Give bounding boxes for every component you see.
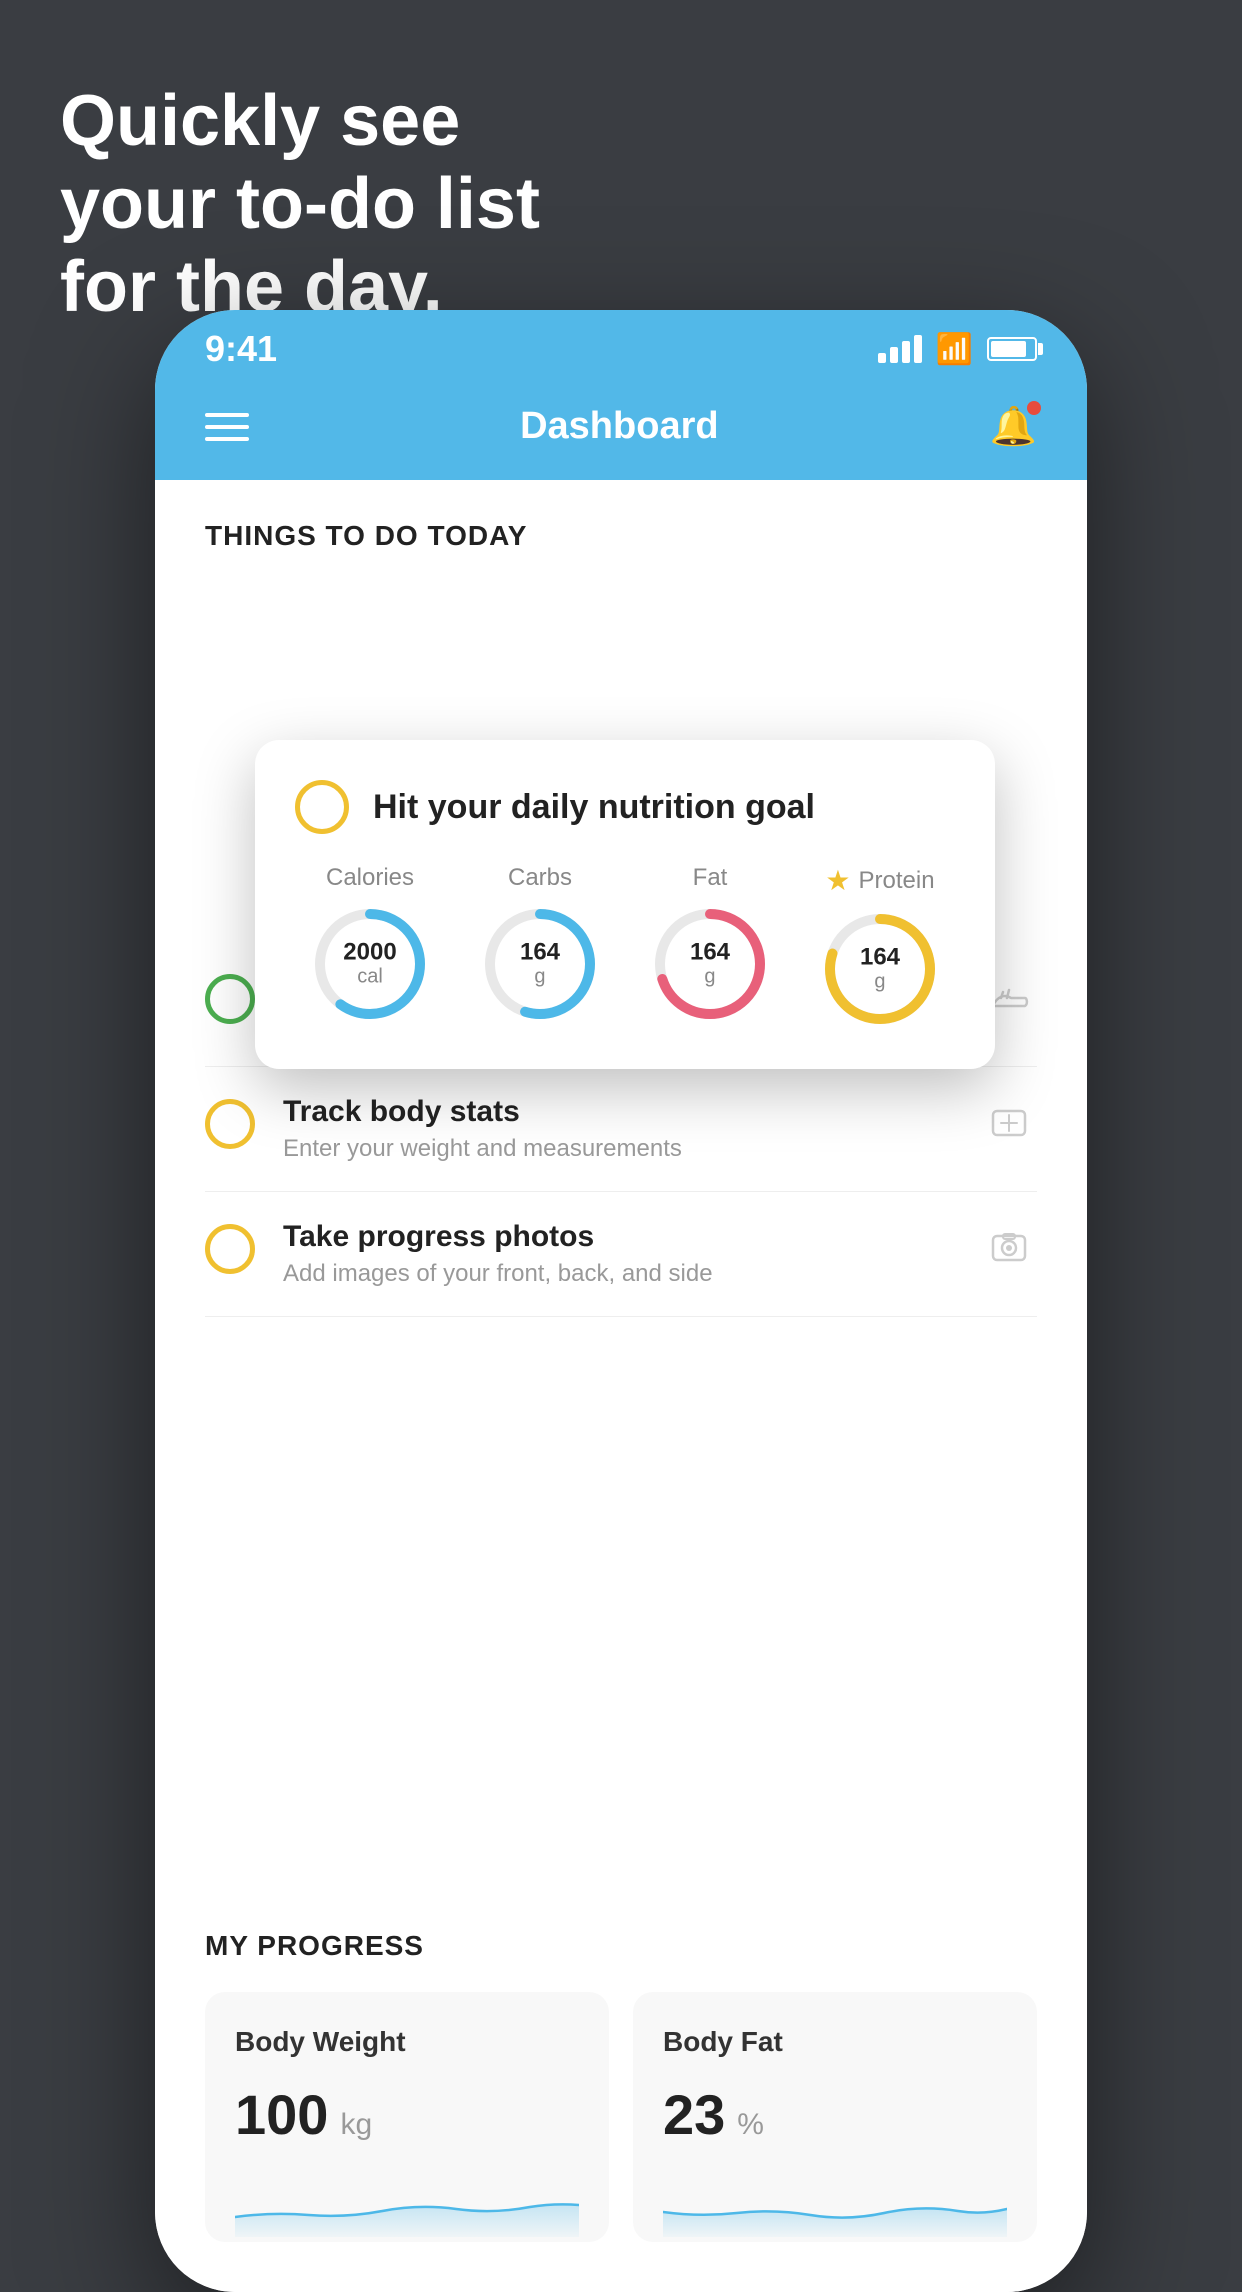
- phone-wrapper: 9:41 📶 Dashboard: [155, 310, 1087, 2180]
- todo-sub-photos: Add images of your front, back, and side: [283, 1260, 953, 1288]
- body-fat-title: Body Fat: [663, 2026, 1007, 2058]
- nutrition-item-fat: Fat 164 g: [650, 864, 770, 1029]
- notification-dot: [1027, 401, 1041, 415]
- list-item[interactable]: Take progress photos Add images of your …: [205, 1192, 1037, 1317]
- nutrition-item-calories: Calories 2000 cal: [310, 864, 430, 1029]
- body-fat-card[interactable]: Body Fat 23 %: [633, 1992, 1037, 2242]
- list-item[interactable]: Track body stats Enter your weight and m…: [205, 1067, 1037, 1192]
- body-weight-value-row: 100 kg: [235, 2082, 579, 2147]
- nutrition-grid: Calories 2000 cal Carbs: [295, 864, 955, 1029]
- fat-label: Fat: [693, 864, 728, 892]
- todo-text-bodystats: Track body stats Enter your weight and m…: [283, 1095, 953, 1163]
- nutrition-item-protein: ★ Protein 164 g: [820, 864, 940, 1029]
- protein-donut: 164 g: [820, 909, 940, 1029]
- battery-icon: [987, 337, 1037, 361]
- nutrition-card-title: Hit your daily nutrition goal: [373, 788, 815, 827]
- body-fat-chart: [663, 2167, 1007, 2237]
- todo-text-photos: Take progress photos Add images of your …: [283, 1220, 953, 1288]
- todo-sub-bodystats: Enter your weight and measurements: [283, 1135, 953, 1163]
- fat-donut: 164 g: [650, 904, 770, 1024]
- nav-bar: Dashboard 🔔: [155, 380, 1087, 480]
- todo-name-bodystats: Track body stats: [283, 1095, 953, 1129]
- hero-text: Quickly see your to-do list for the day.: [60, 80, 540, 328]
- todo-circle-running: [205, 974, 255, 1024]
- todo-circle-bodystats: [205, 1099, 255, 1149]
- body-weight-title: Body Weight: [235, 2026, 579, 2058]
- scale-icon: [981, 1095, 1037, 1151]
- progress-section: MY PROGRESS Body Weight 100 kg: [155, 1880, 1087, 2292]
- main-content: THINGS TO DO TODAY Running Track your st…: [155, 480, 1087, 1880]
- wifi-icon: 📶: [936, 332, 973, 367]
- carbs-donut: 164 g: [480, 904, 600, 1024]
- status-icons: 📶: [878, 332, 1037, 367]
- phone: 9:41 📶 Dashboard: [155, 310, 1087, 2292]
- protein-star-icon: ★: [825, 864, 850, 897]
- nav-title: Dashboard: [520, 405, 718, 448]
- nutrition-card-header: Hit your daily nutrition goal: [295, 780, 955, 834]
- calories-donut: 2000 cal: [310, 904, 430, 1024]
- body-fat-value-row: 23 %: [663, 2082, 1007, 2147]
- signal-icon: [878, 335, 922, 363]
- protein-label: Protein: [859, 867, 935, 895]
- progress-section-title: MY PROGRESS: [205, 1930, 1037, 1962]
- todo-circle-photos: [205, 1224, 255, 1274]
- body-weight-value: 100: [235, 2082, 328, 2147]
- progress-cards: Body Weight 100 kg: [205, 1992, 1037, 2242]
- notification-bell-icon[interactable]: 🔔: [990, 405, 1037, 449]
- body-fat-value: 23: [663, 2082, 725, 2147]
- status-time: 9:41: [205, 328, 277, 370]
- body-weight-unit: kg: [340, 2108, 372, 2142]
- body-weight-card[interactable]: Body Weight 100 kg: [205, 1992, 609, 2242]
- menu-icon[interactable]: [205, 413, 249, 441]
- todo-name-photos: Take progress photos: [283, 1220, 953, 1254]
- status-bar: 9:41 📶: [155, 310, 1087, 380]
- nutrition-item-carbs: Carbs 164 g: [480, 864, 600, 1029]
- nutrition-circle-check: [295, 780, 349, 834]
- things-section-title: THINGS TO DO TODAY: [205, 520, 1037, 552]
- body-weight-chart: [235, 2167, 579, 2237]
- photo-icon: [981, 1220, 1037, 1276]
- body-fat-unit: %: [737, 2108, 764, 2142]
- nutrition-card: Hit your daily nutrition goal Calories 2…: [255, 740, 995, 1069]
- calories-label: Calories: [326, 864, 414, 892]
- carbs-label: Carbs: [508, 864, 572, 892]
